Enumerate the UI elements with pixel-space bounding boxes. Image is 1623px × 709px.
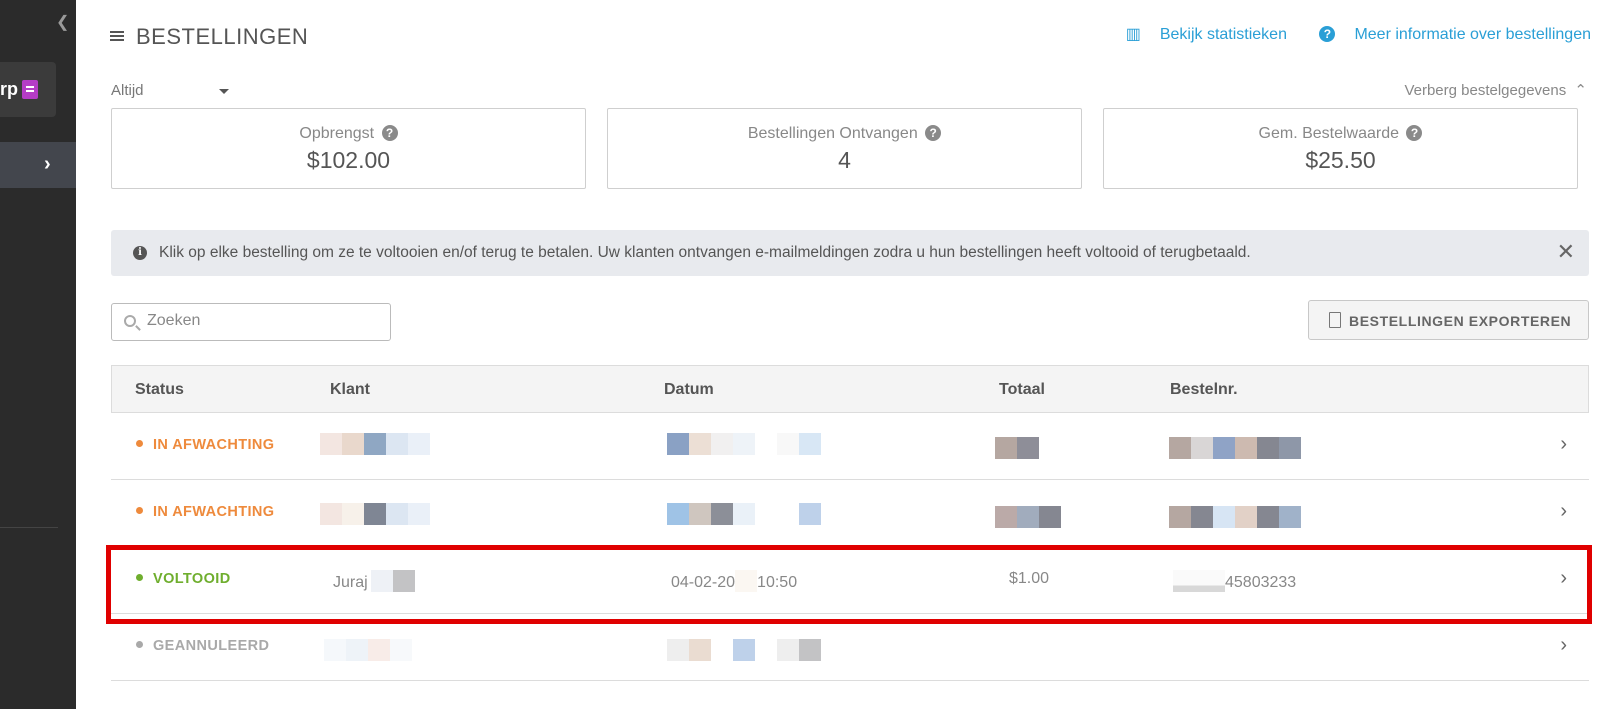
chevron-up-icon: ⌃	[1574, 82, 1587, 99]
stat-label: Opbrengst	[299, 125, 375, 142]
table-row[interactable]: IN AFWACHTING ›	[111, 480, 1589, 547]
search-box	[111, 303, 391, 341]
info-icon: i	[133, 246, 147, 260]
question-icon[interactable]: ?	[925, 125, 942, 141]
chevron-left-icon[interactable]: ❮	[56, 12, 69, 32]
sidebar: ❮ rp ›	[0, 0, 76, 709]
redacted-customer	[320, 503, 430, 525]
redacted-order-nr	[1169, 437, 1301, 459]
close-icon[interactable]: ✕	[1557, 239, 1575, 265]
column-header-date[interactable]: Datum	[664, 381, 714, 399]
question-icon[interactable]: ?	[1406, 125, 1423, 141]
redacted-customer	[324, 639, 412, 661]
stat-card-revenue: Opbrengst ? $102.00	[111, 108, 586, 189]
page-title: BESTELLINGEN	[110, 24, 308, 50]
stat-card-average: Gem. Bestelwaarde ? $25.50	[1103, 108, 1578, 189]
bar-chart-icon: ▥	[1125, 26, 1141, 43]
redacted-date	[667, 433, 821, 455]
redacted-total	[995, 506, 1061, 528]
redacted-order-nr	[1169, 506, 1301, 528]
document-icon	[22, 80, 38, 99]
sidebar-item-label: rp	[0, 79, 18, 99]
hide-details-toggle[interactable]: Verberg bestelgegevens ⌃	[1404, 81, 1587, 99]
stat-value: 4	[838, 147, 851, 173]
info-link[interactable]: ? Meer informatie over bestellingen	[1305, 26, 1591, 43]
info-link-label: Meer informatie over bestellingen	[1354, 26, 1591, 43]
stat-value: $102.00	[306, 147, 391, 173]
column-header-customer[interactable]: Klant	[330, 381, 370, 399]
redacted-total	[995, 437, 1039, 459]
file-icon	[1329, 312, 1341, 328]
status-badge: IN AFWACHTING	[136, 504, 274, 520]
info-notice: i Klik op elke bestelling om ze te volto…	[111, 230, 1589, 276]
stats-link[interactable]: ▥ Bekijk statistieken	[1112, 26, 1287, 43]
period-select-value: Altijd	[111, 82, 144, 99]
column-header-total[interactable]: Totaal	[999, 381, 1045, 399]
redacted-customer	[320, 433, 430, 455]
status-badge: GEANNULEERD	[136, 638, 269, 654]
highlight-box	[106, 545, 1592, 624]
page-title-text: BESTELLINGEN	[136, 24, 309, 49]
sidebar-item-active[interactable]: ›	[0, 142, 76, 188]
export-label: BESTELLINGEN EXPORTEREN	[1349, 313, 1572, 329]
search-input[interactable]	[147, 312, 377, 330]
chevron-right-icon: ›	[1560, 634, 1567, 656]
divider	[0, 527, 58, 528]
stat-label: Bestellingen Ontvangen	[747, 125, 918, 142]
redacted-date	[667, 503, 821, 525]
sidebar-item-document[interactable]: rp	[0, 62, 56, 117]
notice-text: Klik op elke bestelling om ze te voltooi…	[159, 244, 1251, 261]
list-icon	[110, 29, 124, 43]
table-header: Status Klant Datum Totaal Bestelnr.	[111, 365, 1589, 413]
table-row[interactable]: IN AFWACHTING ›	[111, 413, 1589, 480]
stat-card-orders: Bestellingen Ontvangen ? 4	[607, 108, 1082, 189]
question-icon: ?	[1319, 26, 1336, 42]
chevron-right-icon: ›	[44, 153, 51, 175]
export-orders-button[interactable]: BESTELLINGEN EXPORTEREN	[1308, 300, 1589, 340]
chevron-right-icon: ›	[1560, 500, 1567, 522]
question-icon[interactable]: ?	[381, 125, 398, 141]
stat-value: $25.50	[1305, 147, 1376, 173]
status-badge: IN AFWACHTING	[136, 437, 274, 453]
redacted-date	[667, 639, 821, 661]
search-icon	[124, 315, 136, 327]
header-links: ▥ Bekijk statistieken ? Meer informatie ov…	[1098, 24, 1591, 44]
caret-down-icon	[219, 89, 229, 94]
hide-details-label: Verberg bestelgegevens	[1404, 82, 1567, 99]
column-header-order-nr[interactable]: Bestelnr.	[1170, 381, 1238, 399]
column-header-status[interactable]: Status	[135, 381, 184, 399]
stats-link-label: Bekijk statistieken	[1159, 26, 1287, 43]
table-row[interactable]: GEANNULEERD ›	[111, 614, 1589, 681]
chevron-right-icon: ›	[1560, 433, 1567, 455]
stat-label: Gem. Bestelwaarde	[1258, 125, 1400, 142]
period-select[interactable]: Altijd	[111, 82, 229, 99]
